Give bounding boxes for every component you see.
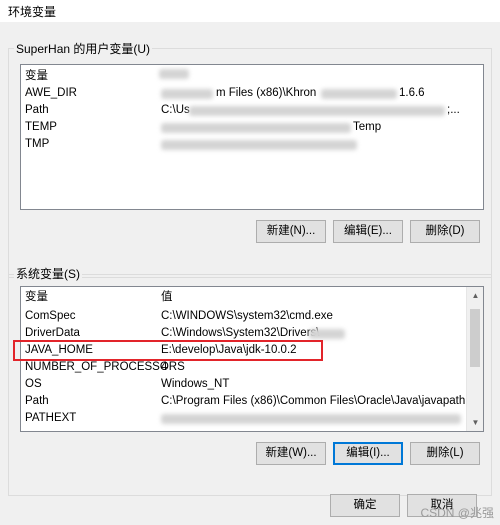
dialog-body: SuperHan 的用户变量(U) 变量 AWE_DIR m Files (x8… [0, 22, 500, 525]
ok-button[interactable]: 确定 [330, 494, 400, 517]
list-header[interactable]: 变量 [21, 68, 461, 85]
watermark: CSDN @兆强 [420, 506, 494, 520]
system-delete-button[interactable]: 删除(L) [410, 442, 480, 465]
variable-value-tail: 1.6.6 [399, 87, 425, 99]
system-edit-button[interactable]: 编辑(I)... [333, 442, 403, 465]
blurred-value [161, 89, 213, 99]
variable-name: PATHEXT [25, 412, 77, 424]
blurred-value [321, 89, 397, 99]
blurred-value [309, 329, 345, 339]
scroll-thumb[interactable] [470, 309, 480, 367]
system-variables-label: 系统变量(S) [14, 265, 82, 282]
variable-name: Path [25, 395, 49, 407]
variable-value: m Files (x86)\Khron [216, 87, 317, 99]
vertical-scrollbar[interactable]: ▲ ▼ [466, 287, 483, 431]
blurred-value [161, 140, 357, 150]
list-header[interactable]: 变量 值 [21, 289, 466, 306]
variable-value: C:\WINDOWS\system32\cmd.exe [161, 310, 333, 322]
column-header-variable[interactable]: 变量 [25, 289, 48, 306]
window-title: 环境变量 [8, 5, 57, 19]
column-header-variable[interactable]: 变量 [25, 68, 48, 85]
variable-value: Windows_NT [161, 378, 230, 390]
user-new-button[interactable]: 新建(N)... [256, 220, 326, 243]
column-header-value[interactable]: 值 [161, 289, 173, 306]
variable-value: 4 [161, 361, 168, 373]
table-row[interactable]: OS Windows_NT [21, 376, 466, 393]
variable-value: C:\Program Files (x86)\Common Files\Orac… [161, 395, 484, 407]
table-row[interactable]: NUMBER_OF_PROCESSORS 4 [21, 359, 466, 376]
user-variables-label: SuperHan 的用户变量(U) [14, 40, 153, 57]
scroll-up-icon[interactable]: ▲ [467, 287, 483, 304]
variable-name: TMP [25, 138, 50, 150]
table-row[interactable]: Path C:\Program Files (x86)\Common Files… [21, 393, 483, 410]
blurred-value [161, 123, 351, 133]
title-bar: 环境变量 [0, 0, 500, 22]
scroll-down-icon[interactable]: ▼ [467, 414, 483, 431]
system-new-button[interactable]: 新建(W)... [256, 442, 326, 465]
variable-value-tail: ;... [447, 104, 460, 116]
user-delete-button[interactable]: 删除(D) [410, 220, 480, 243]
variable-name: AWE_DIR [25, 87, 77, 99]
variable-name: OS [25, 378, 42, 390]
variable-value: C:\Us [161, 104, 190, 116]
table-row[interactable]: ComSpec C:\WINDOWS\system32\cmd.exe [21, 308, 466, 325]
variable-value-tail: Temp [353, 121, 382, 133]
user-variables-list[interactable]: 变量 AWE_DIR m Files (x86)\Khron 1.6.6 Pat… [20, 64, 484, 210]
variable-name: ComSpec [25, 310, 76, 322]
java-home-highlight [13, 340, 323, 361]
user-edit-button[interactable]: 编辑(E)... [333, 220, 403, 243]
variable-name: Path [25, 104, 49, 116]
blurred-value [189, 106, 445, 116]
variable-name: TEMP [25, 121, 57, 133]
blurred-value [159, 69, 189, 79]
blurred-value [161, 414, 461, 424]
